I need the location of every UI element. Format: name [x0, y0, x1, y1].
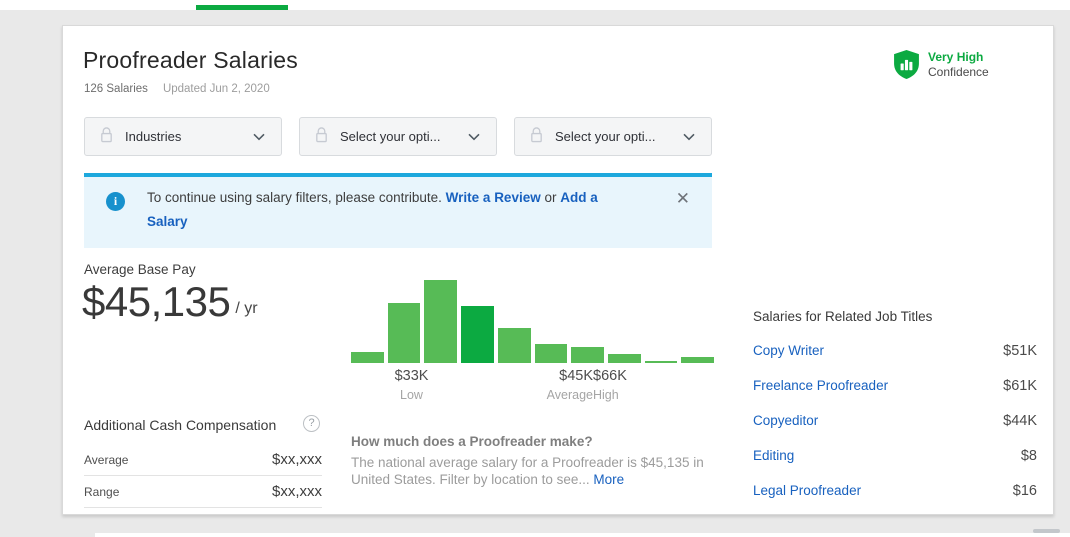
related-salary-value: $61K	[1003, 377, 1037, 394]
chevron-down-icon	[683, 128, 695, 146]
histogram-bar[interactable]	[607, 353, 641, 363]
write-review-link[interactable]: Write a Review	[446, 190, 541, 205]
about-title: How much does a Proofreader make?	[351, 434, 593, 449]
related-row: Editing $8	[753, 438, 1037, 473]
comp-value: $xx,xxx	[271, 483, 322, 500]
tick-value: $45K	[559, 368, 593, 384]
axis-tick: $66K High	[593, 368, 714, 402]
related-job-link[interactable]: Copyeditor	[753, 413, 818, 428]
histogram-axis: $33K Low $45K Average $66K High	[351, 368, 714, 402]
comp-row: Range $xx,xxx	[84, 476, 322, 508]
chevron-down-icon	[253, 128, 265, 146]
histogram-bar[interactable]	[681, 357, 715, 363]
tick-label: High	[593, 388, 619, 402]
page-title: Proofreader Salaries	[83, 47, 298, 73]
histogram-bar[interactable]	[351, 352, 384, 363]
related-job-link[interactable]: Legal Proofreader	[753, 483, 861, 498]
histogram-bar[interactable]	[571, 347, 604, 363]
about-section: How much does a Proofreader make? The na…	[351, 433, 731, 488]
related-job-link[interactable]: Copy Writer	[753, 343, 824, 358]
additional-comp-table: Average $xx,xxx Range $xx,xxx	[84, 444, 322, 508]
related-salary-value: $51K	[1003, 342, 1037, 359]
page: Proofreader Salaries 126 Salaries Updated…	[0, 0, 1070, 537]
comp-label: Range	[84, 484, 120, 499]
average-base-pay-label: Average Base Pay	[84, 262, 196, 277]
shield-chart-icon	[894, 50, 919, 79]
pay-amount: $45,135	[82, 278, 231, 325]
related-salary-value: $44K	[1003, 412, 1037, 429]
additional-comp-title: Additional Cash Compensation	[84, 417, 277, 433]
lock-icon	[314, 126, 329, 148]
chevron-down-icon	[468, 128, 480, 146]
tick-label: Average	[546, 388, 593, 402]
related-job-link[interactable]: Editing	[753, 448, 794, 463]
filter-dropdown[interactable]: Select your opti...	[299, 117, 497, 156]
confidence-label: Confidence	[928, 65, 989, 79]
histogram-bar[interactable]	[424, 280, 458, 363]
related-job-link[interactable]: Freelance Proofreader	[753, 378, 888, 393]
related-job-titles: Salaries for Related Job Titles Copy Wri…	[753, 309, 1037, 508]
histogram-bar[interactable]	[497, 328, 531, 363]
salary-histogram	[351, 280, 715, 363]
lock-icon	[529, 126, 544, 148]
updated-date: Updated Jun 2, 2020	[162, 83, 270, 95]
next-card-edge	[95, 533, 1070, 537]
salary-card: Proofreader Salaries 126 Salaries Updated…	[62, 25, 1054, 515]
banner-text-before: To continue using salary filters, please…	[147, 190, 446, 205]
header-meta: 126 Salaries Updated Jun 2, 2020	[84, 83, 270, 95]
active-tab-indicator	[196, 5, 288, 10]
about-body-text: The national average salary for a Proofr…	[351, 455, 704, 487]
related-title: Salaries for Related Job Titles	[753, 309, 933, 324]
filter-dropdown[interactable]: Select your opti...	[514, 117, 712, 156]
confidence-badge: Very High Confidence	[894, 50, 989, 80]
related-list: Copy Writer $51K Freelance Proofreader $…	[753, 333, 1037, 508]
histogram-bar[interactable]	[534, 343, 568, 363]
tick-label: Low	[400, 388, 423, 402]
related-salary-value: $8	[1020, 447, 1037, 464]
filter-label: Select your opti...	[555, 129, 656, 144]
related-salary-value: $16	[1012, 482, 1037, 499]
average-base-pay-amount: $45,135/ yr	[82, 278, 258, 326]
histogram-bar[interactable]	[644, 360, 678, 363]
about-body: The national average salary for a Proofr…	[351, 454, 731, 488]
axis-tick: $45K Average	[472, 368, 593, 402]
related-row: Freelance Proofreader $61K	[753, 368, 1037, 403]
filter-label: Select your opti...	[340, 129, 441, 144]
filter-dropdown[interactable]: Industries	[84, 117, 282, 156]
tick-value: $66K	[593, 368, 627, 384]
related-row: Copy Writer $51K	[753, 333, 1037, 368]
histogram-bar[interactable]	[387, 303, 421, 363]
tab-bar	[0, 0, 1070, 10]
pay-period: / yr	[235, 300, 258, 317]
info-icon: i	[106, 192, 125, 211]
salaries-count: 126 Salaries	[84, 83, 148, 95]
banner-text-mid: or	[540, 190, 561, 205]
axis-tick: $33K Low	[351, 368, 472, 402]
comp-label: Average	[84, 452, 129, 467]
filters-row: Industries Select your opti... Select yo…	[84, 117, 712, 156]
histogram-bar-average[interactable]	[461, 305, 494, 363]
related-row: Legal Proofreader $16	[753, 473, 1037, 508]
banner-text: To continue using salary filters, please…	[147, 186, 639, 234]
help-icon[interactable]: ?	[303, 415, 320, 432]
confidence-level: Very High	[928, 50, 984, 64]
more-link[interactable]: More	[593, 472, 624, 487]
salary-histogram-bars	[351, 280, 715, 363]
mini-scrollbar[interactable]	[1033, 529, 1060, 533]
comp-row: Average $xx,xxx	[84, 444, 322, 476]
filter-label: Industries	[125, 129, 182, 144]
close-icon[interactable]: ✕	[676, 189, 690, 209]
tick-value: $33K	[394, 368, 429, 384]
lock-icon	[99, 126, 114, 148]
contribute-banner: i To continue using salary filters, plea…	[84, 173, 712, 248]
comp-value: $xx,xxx	[271, 451, 322, 468]
related-row: Copyeditor $44K	[753, 403, 1037, 438]
